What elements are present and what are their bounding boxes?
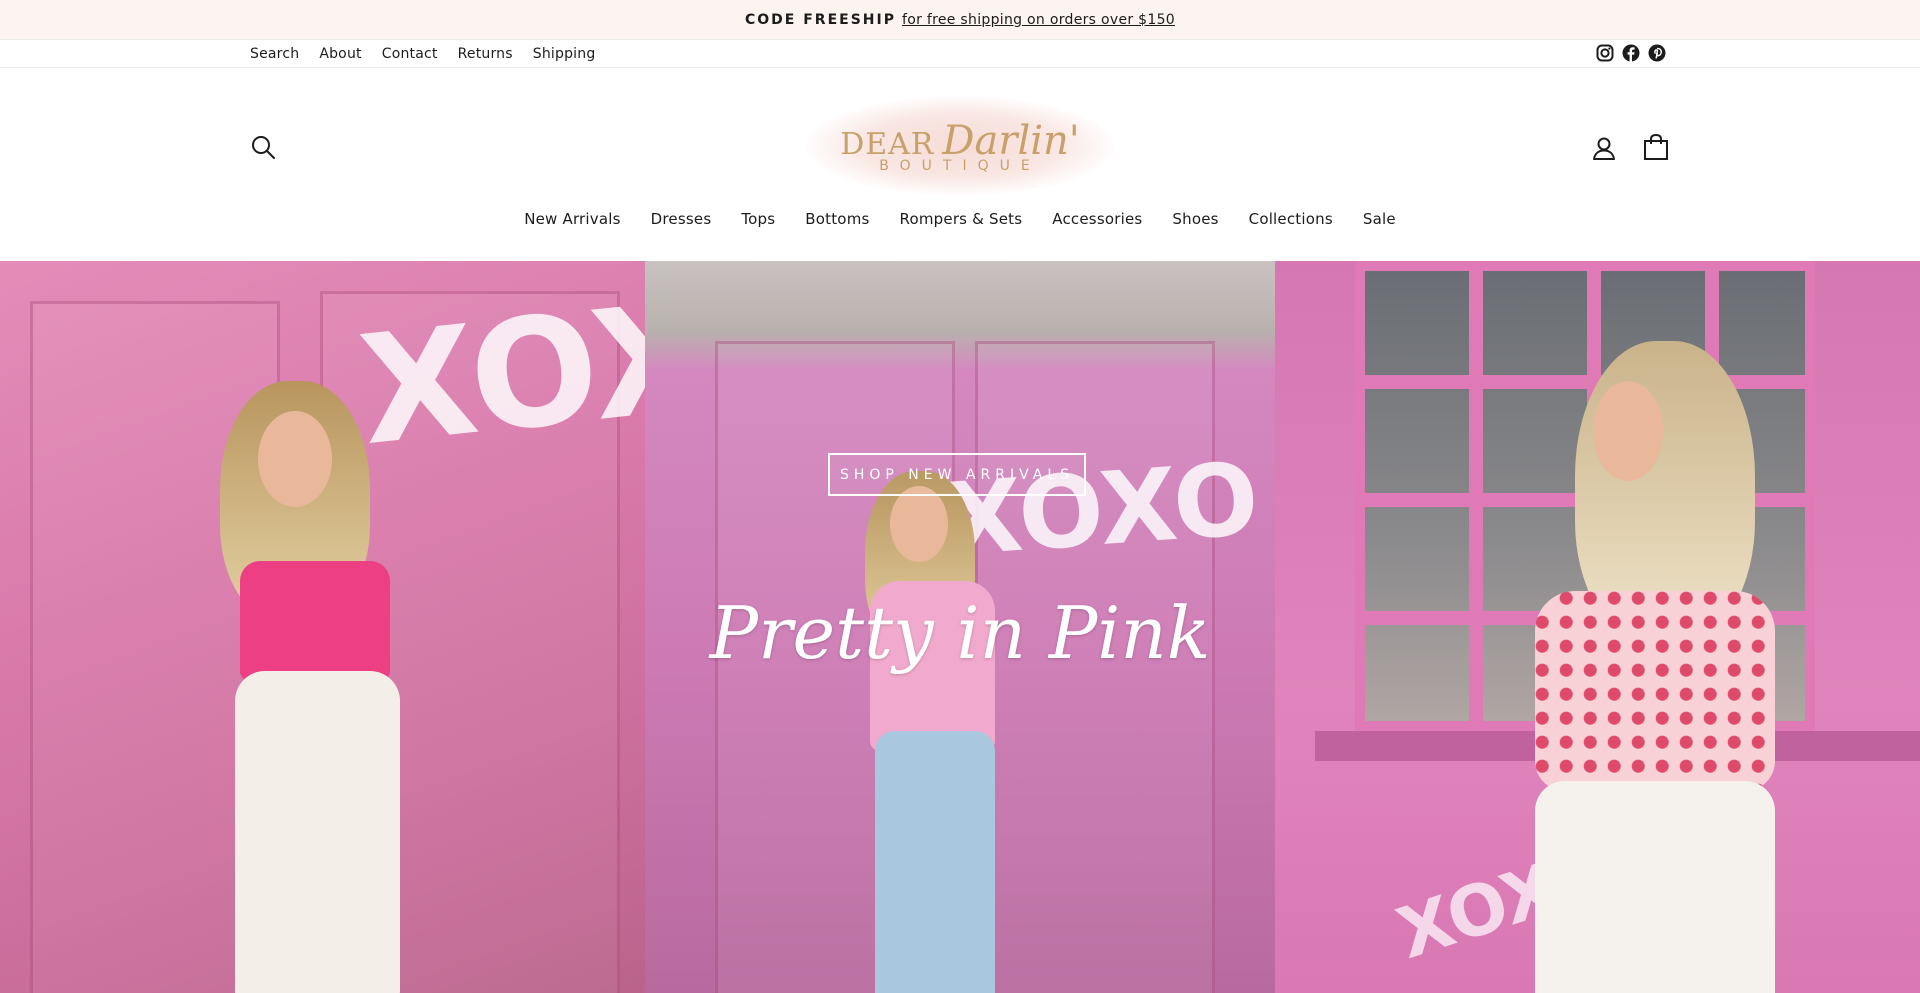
utility-link-contact[interactable]: Contact <box>382 46 438 62</box>
model-pants <box>1535 781 1775 993</box>
store-logo[interactable]: DEAR Darlin' BOUTIQUE <box>805 96 1115 196</box>
announcement-bar: CODE FREESHIP for free shipping on order… <box>0 0 1920 39</box>
nav-item-shoes[interactable]: Shoes <box>1172 210 1218 236</box>
logo-text-dear: DEAR <box>840 127 935 162</box>
hero-image-right: XOXO <box>1275 261 1920 993</box>
utility-link-about[interactable]: About <box>319 46 361 62</box>
logo-text-boutique: BOUTIQUE <box>879 158 1041 174</box>
nav-item-sale[interactable]: Sale <box>1363 210 1396 236</box>
utility-link-shipping[interactable]: Shipping <box>533 46 596 62</box>
utility-links: Search About Contact Returns Shipping <box>250 40 595 67</box>
nav-item-new-arrivals[interactable]: New Arrivals <box>524 210 620 236</box>
search-icon[interactable] <box>250 134 276 160</box>
utility-link-search[interactable]: Search <box>250 46 299 62</box>
nav-item-tops[interactable]: Tops <box>741 210 775 236</box>
nav-item-collections[interactable]: Collections <box>1249 210 1333 236</box>
social-links <box>1596 44 1666 62</box>
model-face <box>258 411 332 507</box>
hero-title: Pretty in Pink <box>709 591 1211 675</box>
cart-icon[interactable] <box>1643 133 1669 161</box>
model-pants <box>235 671 400 993</box>
nav-item-dresses[interactable]: Dresses <box>651 210 712 236</box>
hero-banner[interactable]: XOXO XOXO XOXO Pretty in Pink <box>0 261 1920 993</box>
facebook-icon[interactable] <box>1622 44 1640 62</box>
model-face <box>1593 381 1663 481</box>
nav-item-rompers-sets[interactable]: Rompers & Sets <box>900 210 1023 236</box>
nav-item-bottoms[interactable]: Bottoms <box>805 210 869 236</box>
nav-item-accessories[interactable]: Accessories <box>1052 210 1142 236</box>
hero-image-left: XOXO <box>0 261 645 993</box>
pinterest-icon[interactable] <box>1648 44 1666 62</box>
account-icon[interactable] <box>1590 134 1618 162</box>
model-jeans <box>875 731 995 993</box>
instagram-icon[interactable] <box>1596 44 1614 62</box>
promo-message-link[interactable]: for free shipping on orders over $150 <box>902 12 1175 28</box>
promo-code: CODE FREESHIP <box>744 11 896 28</box>
main-nav: New Arrivals Dresses Tops Bottoms Romper… <box>0 210 1920 236</box>
model-top <box>240 561 390 681</box>
utility-nav: Search About Contact Returns Shipping <box>0 39 1920 68</box>
shop-new-arrivals-button[interactable]: SHOP NEW ARRIVALS <box>828 453 1086 496</box>
utility-link-returns[interactable]: Returns <box>458 46 513 62</box>
model-face <box>890 486 948 562</box>
model-floral-top <box>1535 591 1775 791</box>
